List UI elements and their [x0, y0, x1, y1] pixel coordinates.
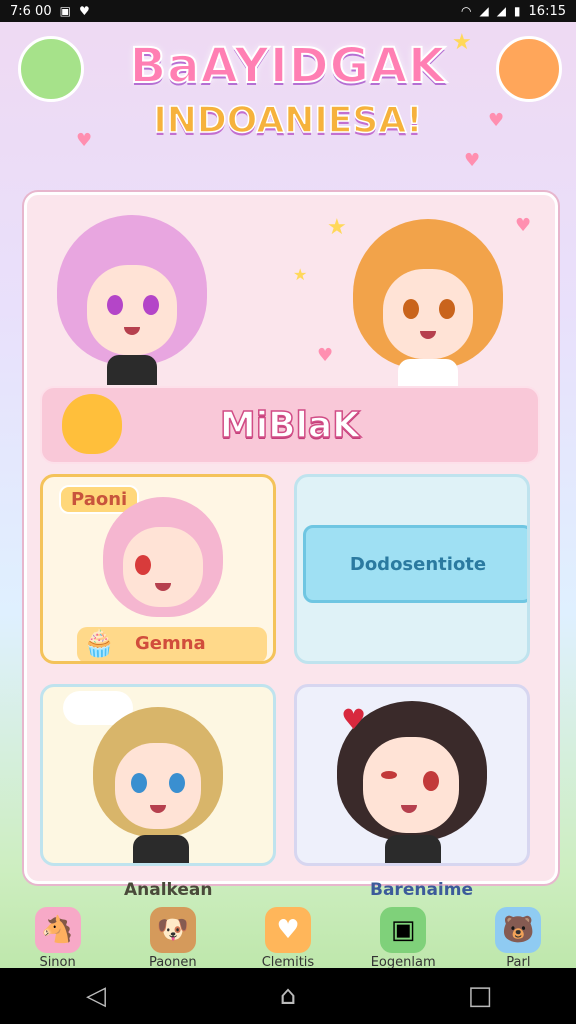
heart-icon: ♥ [317, 345, 334, 366]
pink-hair-character[interactable] [57, 215, 207, 385]
status-time-right: 16:15 [528, 3, 566, 19]
system-nav-bar: ◁ ⌂ □ [0, 968, 576, 1024]
heart-icon: ♥ [464, 150, 481, 171]
status-bar: 7:6 00 ▣ ♥ ◠ ◢ ◢ ▮ 16:15 [0, 0, 576, 22]
heart-badge-icon: ♥ [264, 907, 311, 953]
image-icon: ▣ [59, 4, 71, 18]
character-card-brunette[interactable]: ♥ [294, 684, 530, 866]
blue-bear-icon: 🐻 [495, 907, 542, 953]
banner-label: MiBlaK [219, 404, 361, 447]
tab-sinon[interactable]: 🐴 Sinon [8, 907, 108, 970]
bow-icon: ♥ [341, 703, 367, 736]
status-time-left: 7:6 00 [10, 3, 52, 19]
star-icon: ★ [293, 265, 308, 284]
signal-icon: ◢ [479, 4, 489, 18]
brown-dog-icon: 🐶 [149, 907, 196, 953]
game-title: BaAYIDGAK INDOANIESA! [0, 37, 576, 142]
back-icon[interactable]: ◁ [66, 981, 126, 1011]
dodosentiote-button[interactable]: Dodosentiote [303, 525, 527, 603]
card-dodosentiote: Dodosentiote [294, 474, 530, 664]
heart-icon: ♥ [515, 215, 532, 236]
character-card-gemna[interactable]: Paoni 🧁 Gemna [40, 474, 276, 664]
battery-icon: ▮ [513, 4, 521, 18]
signal-icon-2: ◢ [496, 4, 506, 18]
title-line-1: BaAYIDGAK [129, 37, 447, 95]
title-line-2: INDOANIESA! [153, 99, 424, 142]
cupcake-icon: 🧁 [83, 629, 116, 659]
tab-eogenlam[interactable]: ▣ Eogenlam [353, 907, 453, 970]
card-label: Gemna [135, 633, 206, 654]
card-label-bar: 🧁 Gemna [77, 627, 267, 661]
pink-pony-icon: 🐴 [34, 907, 81, 953]
tab-clemitis[interactable]: ♥ Clemitis [238, 907, 338, 970]
green-box-icon: ▣ [380, 907, 427, 953]
home-icon[interactable]: ⌂ [258, 981, 318, 1011]
shield-icon: ♥ [78, 4, 90, 18]
orange-hair-character[interactable] [353, 219, 503, 389]
tab-paonen[interactable]: 🐶 Paonen [123, 907, 223, 970]
recents-icon[interactable]: □ [450, 981, 510, 1011]
tab-parl[interactable]: 🐻 Parl [468, 907, 568, 970]
character-card-blonde[interactable] [40, 684, 276, 866]
mode-banner-button[interactable]: MiBlaK [40, 386, 540, 464]
wifi-icon: ◠ [460, 4, 472, 18]
bottom-tab-bar: 🐴 Sinon 🐶 Paonen ♥ Clemitis ▣ Eogenlam 🐻… [0, 896, 576, 970]
star-icon: ★ [327, 215, 347, 240]
